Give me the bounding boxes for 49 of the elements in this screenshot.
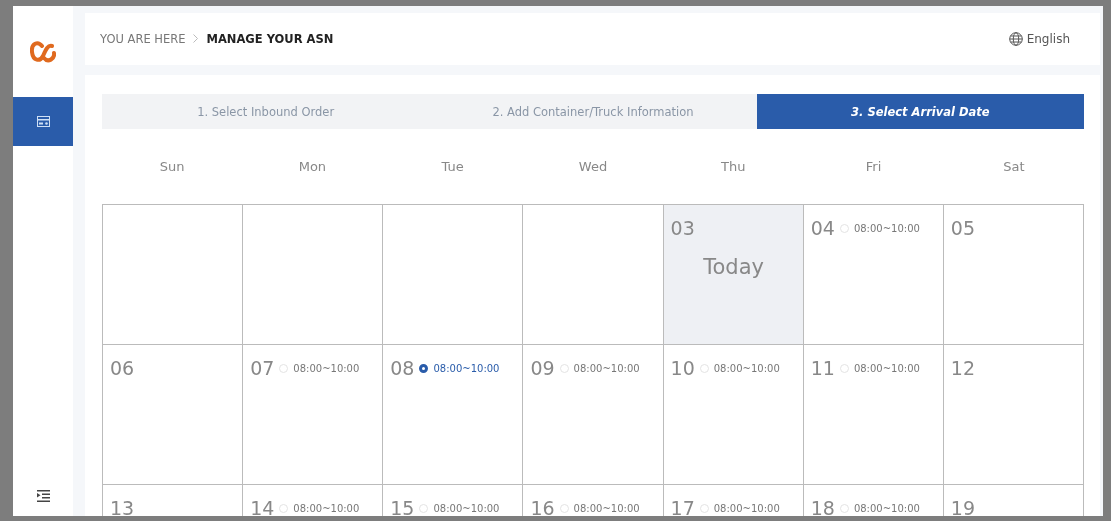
- globe-icon: [1008, 32, 1023, 46]
- time-slot-label[interactable]: 08:00~10:00: [573, 502, 640, 514]
- day-number: 07: [250, 357, 275, 379]
- day-number: 19: [950, 497, 976, 516]
- day-number: 15: [390, 497, 415, 516]
- day-number: 14: [250, 497, 275, 516]
- weekday-label: Thu: [720, 159, 747, 174]
- step-tab[interactable]: 3. Select Arrival Date: [756, 94, 1084, 129]
- day-number: 04: [810, 217, 835, 239]
- menu-icon[interactable]: [36, 490, 50, 502]
- time-slot-label[interactable]: 08:00~10:00: [433, 362, 500, 374]
- weekday-label: Mon: [297, 159, 328, 174]
- day-number: 18: [810, 497, 835, 516]
- nav-item[interactable]: [13, 97, 73, 146]
- weekday-label: Tue: [440, 159, 465, 174]
- time-slot-label[interactable]: 08:00~10:00: [293, 502, 360, 514]
- time-slot-label[interactable]: 08:00~10:00: [713, 502, 780, 514]
- day-number: 05: [950, 217, 976, 239]
- day-number: 03: [670, 217, 695, 239]
- day-number: 11: [810, 357, 835, 379]
- day-number: 13: [110, 497, 135, 516]
- day-number: 10: [670, 357, 695, 379]
- day-number: 16: [530, 497, 555, 516]
- weekday-label: Sat: [1002, 159, 1026, 174]
- day-number: 08: [390, 357, 415, 379]
- day-number: 06: [110, 357, 135, 379]
- logo-icon: [30, 40, 56, 63]
- time-slot-label[interactable]: 08:00~10:00: [853, 502, 920, 514]
- time-slot-label[interactable]: 08:00~10:00: [713, 362, 780, 374]
- time-slot-label[interactable]: 08:00~10:00: [853, 222, 920, 234]
- day-number: 09: [530, 357, 555, 379]
- today-label: Today: [702, 255, 765, 279]
- time-slot-label[interactable]: 08:00~10:00: [853, 362, 920, 374]
- breadcrumb-label: YOU ARE HERE: [100, 32, 186, 46]
- weekday-label: Wed: [577, 159, 609, 174]
- language-selector[interactable]: English: [1008, 32, 1070, 46]
- language-label: English: [1026, 32, 1070, 46]
- breadcrumb-current: MANAGE YOUR ASN: [206, 32, 334, 46]
- step-tab[interactable]: 2. Add Container/Truck Information: [429, 94, 757, 129]
- day-number: 12: [950, 357, 976, 379]
- time-slot-label[interactable]: 08:00~10:00: [573, 362, 640, 374]
- time-slot-label[interactable]: 08:00~10:00: [433, 502, 500, 514]
- weekday-label: Sun: [158, 159, 186, 174]
- weekday-label: Fri: [864, 159, 883, 174]
- step-tab[interactable]: 1. Select Inbound Order: [102, 94, 430, 129]
- card-icon: [36, 116, 50, 127]
- time-slot-radio[interactable]: [419, 363, 429, 373]
- day-number: 17: [670, 497, 695, 516]
- time-slot-label[interactable]: 08:00~10:00: [293, 362, 360, 374]
